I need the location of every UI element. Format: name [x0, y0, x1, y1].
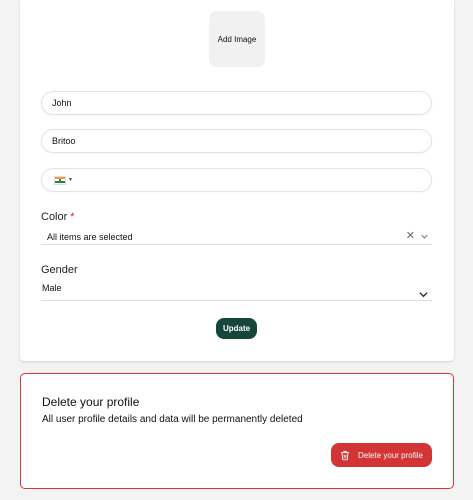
- add-image-label: Add Image: [217, 34, 257, 44]
- first-name-input[interactable]: [42, 92, 431, 114]
- india-flag-icon: [54, 175, 66, 185]
- delete-title: Delete your profile: [42, 395, 140, 409]
- country-selector[interactable]: ▼: [54, 175, 73, 185]
- trash-icon: [340, 450, 350, 460]
- phone-field[interactable]: ▼: [41, 168, 432, 192]
- color-label: Color *: [41, 211, 75, 223]
- last-name-input[interactable]: [42, 130, 431, 152]
- color-multiselect[interactable]: All items are selected ✕: [41, 229, 432, 245]
- gender-label-text: Gender: [41, 264, 78, 276]
- delete-profile-button[interactable]: Delete your profile: [331, 443, 432, 467]
- delete-profile-card: Delete your profile All user profile det…: [20, 373, 454, 489]
- last-name-field[interactable]: [41, 129, 432, 153]
- color-label-text: Color: [41, 211, 68, 223]
- update-button[interactable]: Update: [216, 318, 257, 339]
- gender-select[interactable]: Male: [41, 282, 432, 301]
- first-name-field[interactable]: [41, 91, 432, 115]
- profile-form-card: Add Image ▼ Color* All items are selecte…: [20, 0, 454, 361]
- clear-icon[interactable]: ✕: [406, 231, 415, 242]
- gender-selected-text: Male: [42, 283, 62, 293]
- chevron-down-icon[interactable]: [421, 233, 428, 240]
- add-image-button[interactable]: Add Image: [209, 11, 265, 67]
- phone-input[interactable]: [76, 169, 431, 191]
- caret-down-icon: ▼: [68, 177, 73, 183]
- gender-label: Gender: [41, 264, 78, 276]
- color-selected-text: All items are selected: [47, 231, 133, 242]
- delete-button-label: Delete your profile: [358, 450, 423, 460]
- delete-description: All user profile details and data will b…: [42, 414, 303, 425]
- chevron-down-icon[interactable]: [419, 290, 428, 299]
- required-marker: *: [70, 211, 75, 223]
